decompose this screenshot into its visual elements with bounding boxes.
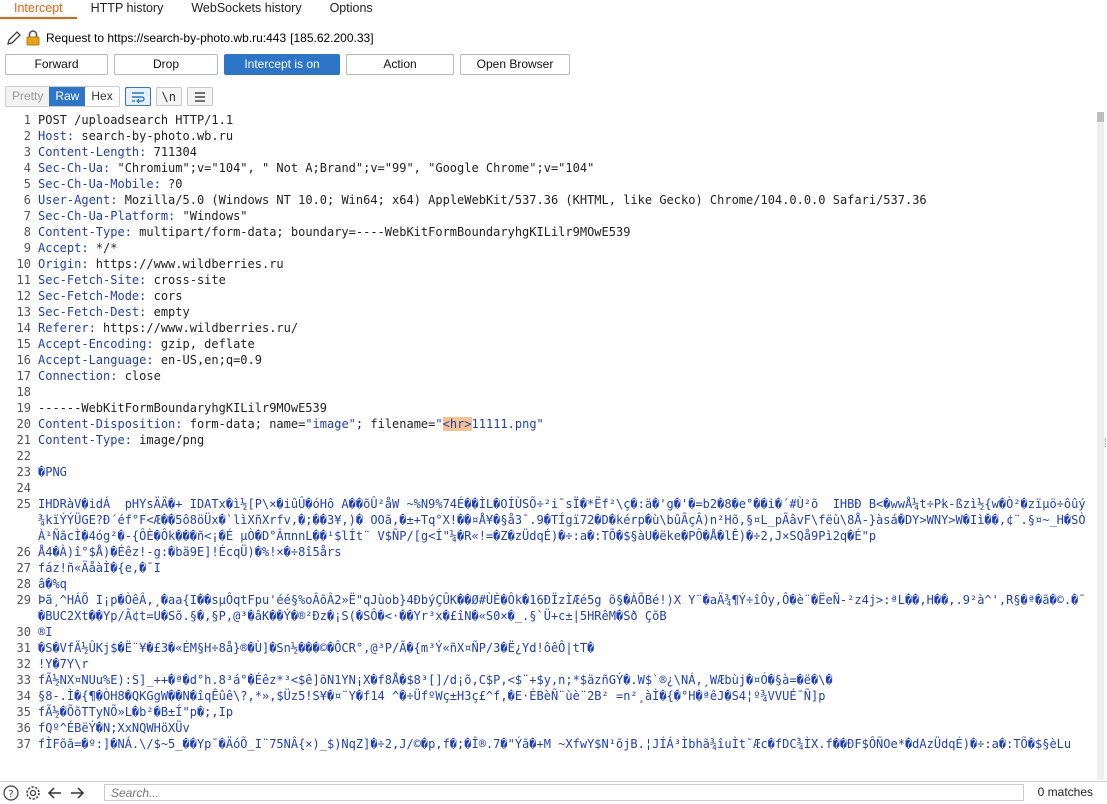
code-line: 35 fÃ½�ÕõTTyNÕ»L�b²�B±Í"p�;,Ip (16, 705, 234, 719)
code-line: 25 IHDRàV�idÁ pHYsÄÄ�+ IDATx�ì½[P\×�iûÛ�ó… (16, 497, 1086, 543)
code-line: 27 fáz!ñ«ÄåàÌ�{e,�¯I (16, 561, 161, 575)
arrow-right-icon[interactable] (66, 783, 88, 803)
scrollbar-track[interactable] (1097, 122, 1104, 780)
code-line: 19 ------WebKitFormBoundaryhgKILilr9MOwE5… (16, 401, 327, 415)
intercept-toggle-button[interactable]: Intercept is on (224, 54, 340, 75)
code-line: 30 ®I (16, 625, 53, 639)
code-line: 15 Accept-Encoding: gzip, deflate (16, 337, 255, 351)
code-line: 36 fQº^ÉBëÝ�N;XxNQWHöXÜv (16, 721, 190, 735)
view-pretty-button[interactable]: Pretty (6, 87, 50, 106)
view-raw-button[interactable]: Raw (49, 87, 86, 106)
svg-text:?: ? (8, 789, 13, 800)
open-browser-button[interactable]: Open Browser (460, 54, 570, 75)
show-newlines-button[interactable]: \n (155, 87, 182, 106)
code-line: 33 fÃ½NX¤NUu%E):S]_++�ª�d°h.8³á°�Éêz*³<$ê… (16, 673, 833, 687)
code-line: 21 Content-Type: image/png (16, 433, 205, 447)
code-line: 17 Connection: close (16, 369, 161, 383)
forward-button[interactable]: Forward (5, 54, 108, 75)
code-line: 18 (16, 385, 31, 399)
request-url: Request to https://search-by-photo.wb.ru… (46, 31, 287, 45)
code-line: 3 Content-Length: 711304 (23, 145, 197, 159)
code-line: 32 !Y�7Y\r (16, 657, 89, 671)
wrap-lines-icon[interactable] (124, 87, 151, 106)
code-line: 14 Referer: https://www.wildberries.ru/ (16, 321, 299, 335)
code-line: 2 Host: search-by-photo.wb.ru (23, 129, 234, 143)
code-line: 4 Sec-Ch-Ua: "Chromium";v="104", " Not A;… (23, 161, 595, 175)
search-input[interactable] (104, 784, 1024, 801)
pencil-icon[interactable] (6, 30, 26, 46)
highlighted-payload: <hr> (442, 417, 472, 431)
code-line: 22 (16, 449, 31, 463)
view-hex-button[interactable]: Hex (85, 87, 118, 106)
resize-grip-icon[interactable]: ⁞ (1104, 436, 1107, 450)
match-count: 0 matches (1037, 785, 1093, 799)
code-line: 7 Sec-Ch-Ua-Platform: "Windows" (23, 209, 248, 223)
code-line: 13 Sec-Fetch-Dest: empty (16, 305, 190, 319)
code-line: 31 �S�VfÄ½ÛKj$�Ë¨¥�£3�«ÉM§H÷8å}®�Ù]�Sn½��… (16, 641, 595, 655)
code-line: 29 Þã¸^HÁÕ I¡p�ÒêÂ,¸�aa{I��sµÔqtFpu'éé§%o… (16, 593, 1086, 623)
tab-options[interactable]: Options (316, 0, 387, 19)
tab-http-history[interactable]: HTTP history (77, 0, 178, 19)
code-line: 8 Content-Type: multipart/form-data; boun… (23, 225, 631, 239)
scrollbar-thumb[interactable] (1097, 112, 1104, 122)
lock-icon (26, 30, 44, 46)
code-line: 10 Origin: https://www.wildberries.ru (16, 257, 284, 271)
code-line: 9 Accept: */* (23, 241, 118, 255)
code-line: 28 â�%q (16, 577, 67, 591)
code-line: 34 §8-.Ì�{¶�ÒH8�QKGgW��N�îqÊûê\?,*»,$Üz5!… (16, 689, 826, 703)
tab-websockets-history[interactable]: WebSockets history (177, 0, 315, 19)
drop-button[interactable]: Drop (114, 54, 218, 75)
arrow-left-icon[interactable] (44, 783, 66, 803)
request-info: Request to https://search-by-photo.wb.ru… (0, 28, 374, 48)
top-tabs: Intercept HTTP history WebSockets histor… (0, 0, 1107, 20)
settings-gear-icon[interactable] (22, 783, 44, 803)
tab-intercept[interactable]: Intercept (0, 0, 77, 19)
help-icon[interactable]: ? (0, 783, 22, 803)
code-line: 37 fÌFõã=�º:]�NÁ.\/$~5_��Yp¯�ÄóÕ_I¨75NÂ{×… (16, 737, 1072, 751)
request-ip: [185.62.200.33] (290, 31, 374, 45)
code-line: 20 Content-Disposition: form-data; name="… (16, 417, 544, 431)
code-line: 12 Sec-Fetch-Mode: cors (16, 289, 183, 303)
code-line: 11 Sec-Fetch-Site: cross-site (16, 273, 226, 287)
request-editor[interactable]: 1 POST /uploadsearch HTTP/1.1 2 Host: sear… (0, 112, 1092, 780)
code-line: 23 �PNG (16, 465, 67, 479)
code-line: 24 (16, 481, 31, 495)
code-line: 6 User-Agent: Mozilla/5.0 (Windows NT 10.… (23, 193, 927, 207)
action-button[interactable]: Action (346, 54, 454, 75)
menu-icon[interactable] (186, 87, 213, 106)
code-line: 5 Sec-Ch-Ua-Mobile: ?0 (23, 177, 183, 191)
search-bar: ? 0 matches (0, 781, 1107, 804)
code-line: 26 Å4�À)î°$Å)�Éêz!-g:�bä9E]!ÉcqÜ)�%!×�÷8î… (16, 545, 342, 559)
code-line: 16 Accept-Language: en-US,en;q=0.9 (16, 353, 262, 367)
code-line: 1 POST /uploadsearch HTTP/1.1 (23, 113, 234, 127)
intercept-toolbar: Forward Drop Intercept is on Action Open… (5, 54, 570, 75)
view-toolbar: Pretty Raw Hex \n (5, 86, 213, 107)
view-mode-selector: Pretty Raw Hex (5, 86, 120, 107)
